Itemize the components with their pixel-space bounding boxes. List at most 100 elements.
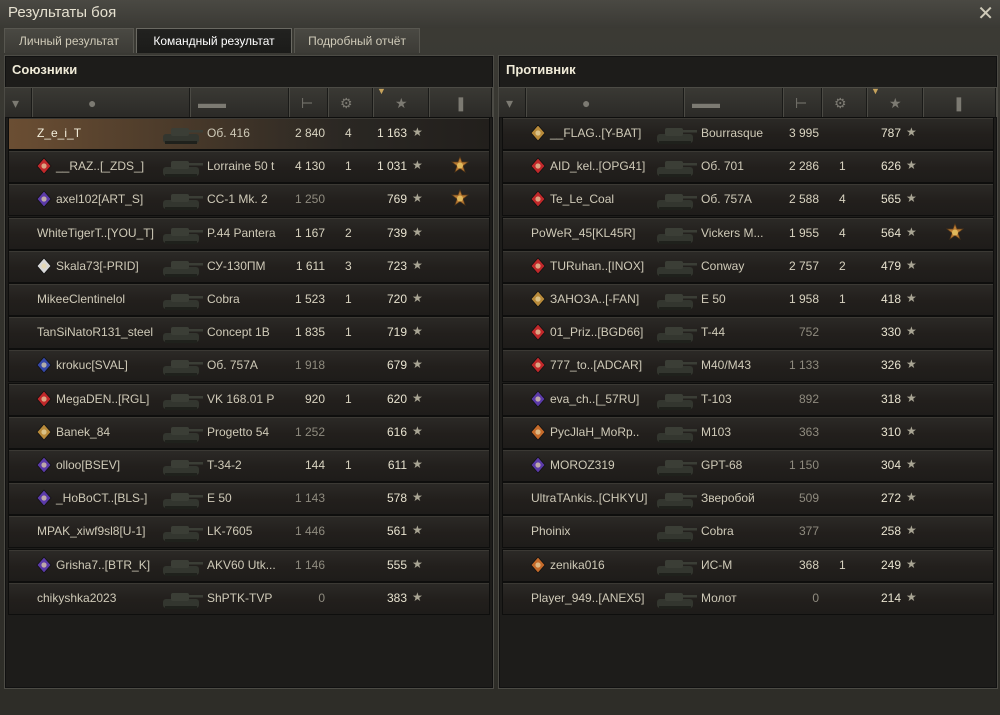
player-row[interactable]: Phoinix Cobra 377 258 ★ — [502, 515, 994, 549]
damage-value: 2 757 — [788, 258, 819, 273]
player-row[interactable]: UltraTAnkis..[CHKYU] Зверобой 509 272 ★ — [502, 482, 994, 516]
xp-value: 616 — [386, 424, 407, 439]
player-row[interactable]: Grisha7..[BTR_K] AKV60 Utk... 1 146 555 ★ — [8, 548, 490, 582]
clan-emblem-icon — [529, 423, 547, 441]
tank-silhouette-icon — [653, 352, 697, 379]
damage-value: 3 995 — [788, 126, 819, 140]
player-row[interactable]: __FLAG..[Y-BAT] Bourrasque 3 995 787 ★ — [502, 117, 994, 150]
player-row[interactable]: chikyshka2023 ShPTK-TVP 0 383 ★ — [8, 581, 490, 615]
player-row[interactable]: MegaDEN..[RGL] VK 168.01 P 920 1 620 ★ — [8, 382, 490, 416]
damage-value: 1 523 — [294, 292, 325, 306]
player-name: axel102[ART_S] — [56, 192, 144, 207]
player-row[interactable]: PycJlaH_MoRp.. M103 363 310 ★ — [502, 415, 994, 449]
damage-value: 1 143 — [294, 491, 325, 506]
player-row[interactable]: MPAK_xiwf9sl8[U-1] LK-7605 1 446 561 ★ — [8, 515, 490, 549]
damage-value: 1 133 — [788, 358, 819, 373]
xp-value: 249 — [880, 557, 901, 572]
tab-personal-result[interactable]: Личный результат — [4, 28, 134, 53]
tank-silhouette-icon — [159, 552, 203, 579]
player-row[interactable]: Skala73[-PRID] СУ-130ПМ 1 611 3 723 ★ — [8, 249, 490, 283]
tank-icon: ▬▬ — [692, 95, 720, 111]
medal-icon[interactable] — [450, 156, 470, 176]
tank-silhouette-icon — [159, 386, 203, 413]
col-xp[interactable]: ▼ ★ — [373, 86, 429, 117]
col-medals[interactable]: ❚ — [923, 88, 996, 117]
player-row[interactable]: WhiteTigerT..[YOU_T] P.44 Pantera 1 167 2 73… — [8, 216, 490, 250]
player-row[interactable]: TURuhan..[INOX] Conway 2 757 2 479 ★ — [502, 249, 994, 283]
clan-emblem-icon — [529, 555, 547, 574]
xp-value: 561 — [386, 524, 407, 539]
damage-value: 1 918 — [294, 358, 325, 373]
damage-value: 144 — [304, 458, 325, 472]
damage-value: 4 130 — [294, 159, 325, 174]
player-row[interactable]: eva_ch..[_57RU] T-103 892 318 ★ — [502, 382, 994, 416]
close-icon[interactable]: ✕ — [977, 1, 994, 26]
col-tank[interactable]: ▬▬ — [190, 88, 289, 117]
xp-value: 555 — [386, 557, 407, 572]
window-title: Результаты боя — [8, 4, 117, 21]
player-row[interactable]: 777_to..[ADCAR] M40/M43 1 133 326 ★ — [502, 349, 994, 383]
player-name: Player_949..[ANEX5] — [531, 590, 645, 605]
tank-silhouette-icon — [653, 153, 697, 180]
tank-silhouette-icon — [653, 286, 697, 313]
player-row[interactable]: krokuc[SVAL] Об. 757А 1 918 679 ★ — [8, 349, 490, 383]
damage-value: 920 — [304, 391, 325, 406]
tank-silhouette-icon — [159, 485, 203, 512]
player-row[interactable]: olloo[BSEV] T-34-2 144 1 611 ★ — [8, 449, 490, 482]
player-row[interactable]: PoWeR_45[KL45R] Vickers M... 1 955 4 564 ★ — [502, 216, 994, 250]
vehicle-type-icon: ▾ — [506, 95, 514, 111]
col-tank[interactable]: ▬▬ — [684, 88, 783, 117]
col-vehicle-type[interactable]: ▾ — [499, 88, 526, 117]
player-row[interactable]: axel102[ART_S] CC-1 Mk. 21 250 769 ★ — [8, 183, 490, 217]
col-kills[interactable]: ⚙ — [822, 88, 867, 117]
kills-icon: ⚙ — [340, 95, 353, 111]
allies-column-header: ▾ ● ▬▬ ⊢ ⚙ ▼ ★ ❚ — [5, 86, 493, 118]
tab-team-result[interactable]: Командный результат — [136, 28, 292, 53]
player-row[interactable]: MOROZ319 GPT-68 1 150 304 ★ — [502, 449, 994, 482]
col-damage[interactable]: ⊢ — [289, 88, 328, 117]
tank-silhouette-icon — [159, 352, 203, 379]
medal-icon[interactable] — [945, 222, 965, 243]
player-row[interactable]: Te_Le_Coal Об. 757А 2 588 4 565 ★ — [502, 183, 994, 217]
player-row[interactable]: zenika016 ИС-М 368 1 249 ★ — [502, 548, 994, 582]
medal-icon[interactable] — [450, 189, 470, 209]
xp-star-icon: ★ — [395, 95, 408, 111]
player-row[interactable]: AID_kel..[OPG41] Об. 701 2 286 1 626 ★ — [502, 150, 994, 184]
player-row[interactable]: MikeeClentinelol Cobra 1 523 1 720 ★ — [8, 283, 490, 316]
player-row[interactable]: Z_e_i_T Об. 416 2 840 4 1 163 ★ — [8, 117, 490, 150]
player-row[interactable]: Banek_84 Progetto 54 1 252 616 ★ — [8, 415, 490, 449]
tank-silhouette-icon — [653, 120, 697, 147]
clan-emblem-icon — [529, 356, 547, 374]
clan-emblem-icon — [529, 257, 547, 275]
player-name: WhiteTigerT..[YOU_T] — [37, 225, 154, 240]
col-medals[interactable]: ❚ — [429, 88, 492, 117]
enemies-column-header: ▾ ● ▬▬ ⊢ ⚙ ▼ ★ ❚ — [499, 86, 997, 118]
col-xp[interactable]: ▼ ★ — [867, 86, 923, 117]
damage-value: 1 955 — [788, 225, 819, 240]
col-player[interactable]: ● — [32, 88, 190, 117]
clan-emblem-icon — [35, 489, 53, 507]
tab-detailed-report[interactable]: Подробный отчёт — [294, 28, 420, 53]
player-row[interactable]: 01_Priz..[BGD66] T-44 752 330 ★ — [502, 316, 994, 350]
player-row[interactable]: __RAZ..[_ZDS_] Lorraine 50 t4 130 1 1 031 ★ — [8, 150, 490, 184]
tank-silhouette-icon — [653, 319, 697, 346]
col-vehicle-type[interactable]: ▾ — [5, 88, 32, 117]
xp-star-icon: ★ — [412, 257, 423, 272]
damage-value: 0 — [812, 590, 819, 605]
tank-silhouette-icon — [159, 253, 203, 280]
xp-value: 578 — [386, 491, 407, 506]
player-row[interactable]: Player_949..[ANEX5] Молот 0 214 ★ — [502, 581, 994, 615]
xp-star-icon: ★ — [889, 95, 902, 111]
col-damage[interactable]: ⊢ — [783, 88, 822, 117]
player-name: 01_Priz..[BGD66] — [550, 325, 644, 340]
vehicle-type-icon: ▾ — [12, 95, 20, 111]
col-kills[interactable]: ⚙ — [328, 88, 373, 117]
player-row[interactable]: _HoBoCT..[BLS-] E 50 1 143 578 ★ — [8, 482, 490, 516]
player-name: ЗАНОЗА..[-FAN] — [550, 292, 640, 306]
battle-results-window: Результаты боя ✕ Личный результат Команд… — [0, 0, 1000, 715]
damage-value: 1 146 — [294, 557, 325, 572]
player-row[interactable]: ЗАНОЗА..[-FAN] E 50 1 958 1 418 ★ — [502, 283, 994, 316]
player-row[interactable]: TanSiNatoR131_steel Concept 1B 1 835 1 719 ★ — [8, 316, 490, 350]
col-player[interactable]: ● — [526, 88, 684, 117]
xp-star-icon: ★ — [906, 589, 917, 604]
